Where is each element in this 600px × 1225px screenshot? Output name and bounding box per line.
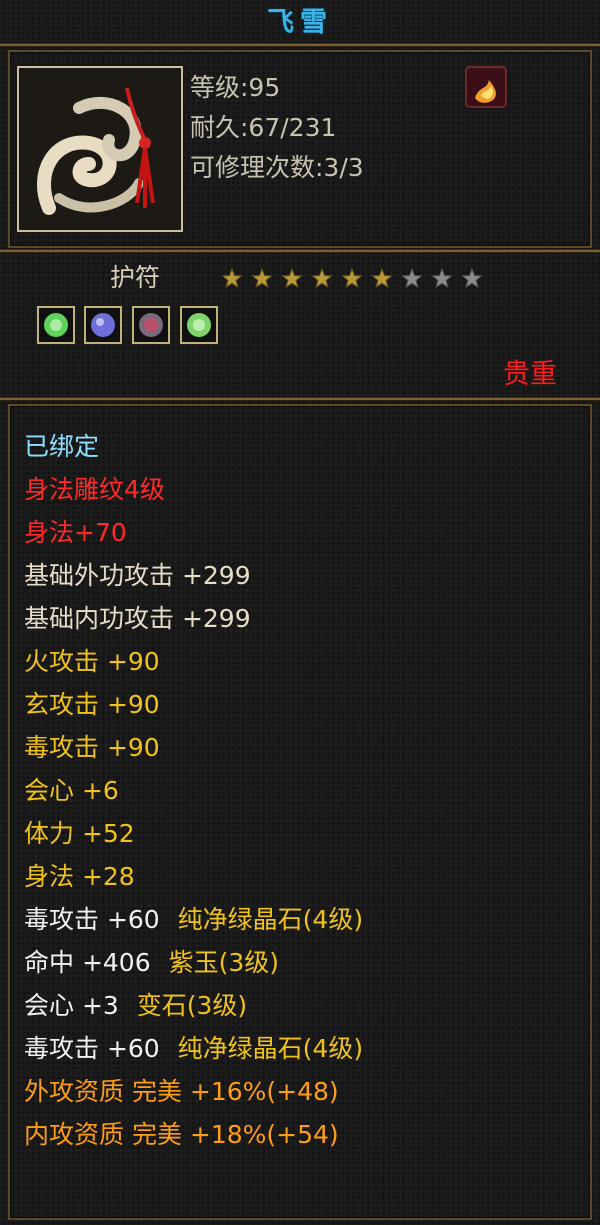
item-durability: 耐久:67/231 xyxy=(190,113,337,142)
star-filled-icon xyxy=(281,267,303,289)
gem-stat-2: 命中 +406 紫玉(3级) xyxy=(24,943,289,983)
base-inner-attack: 基础内功攻击 +299 xyxy=(24,604,251,633)
bound-status: 已绑定 xyxy=(24,432,100,461)
item-name: 飞雪 xyxy=(267,7,333,38)
fire-attack: 火攻击 +90 xyxy=(24,647,160,676)
gem-stat-1-name: 纯净绿晶石(4级) xyxy=(177,905,364,934)
inner-attack-quality: 内攻资质 完美 +18%(+54) xyxy=(24,1120,339,1149)
gem-slot-2 xyxy=(84,306,122,344)
title-divider xyxy=(0,44,600,46)
star-filled-icon xyxy=(341,267,363,289)
item-repair-count: 可修理次数:3/3 xyxy=(190,153,364,182)
gem-stat-2-value: 命中 +406 xyxy=(24,948,151,977)
item-icon xyxy=(17,66,183,232)
engraving-bonus: 身法+70 xyxy=(24,518,127,547)
green-gem-icon xyxy=(44,313,68,337)
gem-slot-1 xyxy=(37,306,75,344)
gem-slot-3 xyxy=(132,306,170,344)
gem-stat-4-name: 纯净绿晶石(4级) xyxy=(177,1034,364,1063)
critical: 会心 +6 xyxy=(24,776,119,805)
gem-stat-4: 毒攻击 +60 纯净绿晶石(4级) xyxy=(24,1029,373,1069)
star-empty-icon xyxy=(431,267,453,289)
gem-stat-4-value: 毒攻击 +60 xyxy=(24,1034,160,1063)
star-rating xyxy=(221,267,483,289)
item-type: 护符 xyxy=(110,263,161,292)
star-empty-icon xyxy=(401,267,423,289)
jade-pendant-icon xyxy=(19,68,181,230)
gem-slot-4 xyxy=(180,306,218,344)
green-gem-icon xyxy=(187,313,211,337)
gem-stat-3-value: 会心 +3 xyxy=(24,991,119,1020)
poison-attack: 毒攻击 +90 xyxy=(24,733,160,762)
gem-stat-1: 毒攻击 +60 纯净绿晶石(4级) xyxy=(24,900,373,940)
fire-skill-icon xyxy=(465,66,507,108)
item-rarity: 贵重 xyxy=(503,359,557,390)
header-divider xyxy=(0,250,600,252)
purple-gem-icon xyxy=(91,313,115,337)
gem-stat-2-name: 紫玉(3级) xyxy=(168,948,279,977)
outer-attack-quality: 外攻资质 完美 +16%(+48) xyxy=(24,1077,339,1106)
item-level: 等级:95 xyxy=(190,73,281,102)
stamina: 体力 +52 xyxy=(24,819,135,848)
star-filled-icon xyxy=(311,267,333,289)
star-empty-icon xyxy=(461,267,483,289)
base-outer-attack: 基础外功攻击 +299 xyxy=(24,561,251,590)
star-filled-icon xyxy=(221,267,243,289)
mystic-attack: 玄攻击 +90 xyxy=(24,690,160,719)
attr-divider xyxy=(0,398,600,400)
engraving-level: 身法雕纹4级 xyxy=(24,475,165,504)
star-filled-icon xyxy=(371,267,393,289)
gem-stat-3-name: 变石(3级) xyxy=(136,991,248,1020)
gem-stat-3: 会心 +3 变石(3级) xyxy=(24,986,257,1026)
red-gem-icon xyxy=(139,313,163,337)
star-filled-icon xyxy=(251,267,273,289)
gem-stat-1-value: 毒攻击 +60 xyxy=(24,905,160,934)
item-tooltip: 飞雪 等级:95 耐久:67/231 可修理次数:3/3 护符 贵重 已绑定 身… xyxy=(0,0,600,1225)
agility: 身法 +28 xyxy=(24,862,135,891)
